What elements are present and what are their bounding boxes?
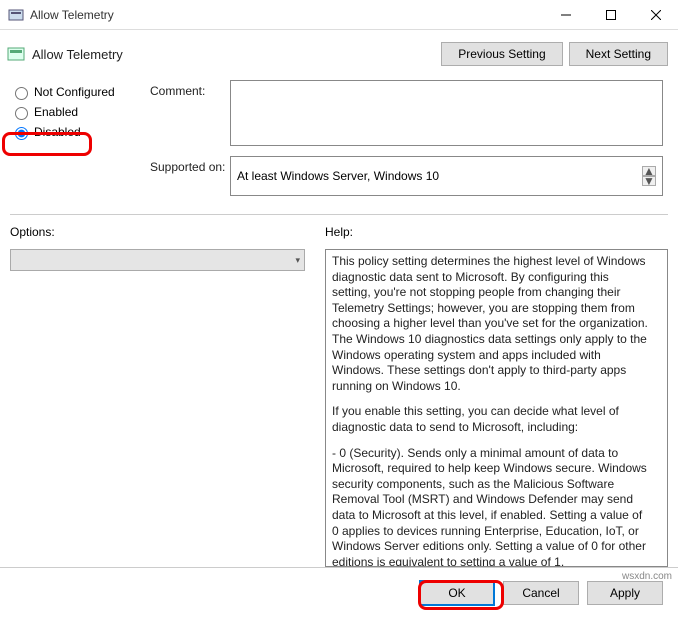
next-setting-button[interactable]: Next Setting <box>569 42 668 66</box>
radio-not-configured-input[interactable] <box>15 87 28 100</box>
divider <box>10 214 668 215</box>
ok-button[interactable]: OK <box>419 580 495 606</box>
radio-enabled-input[interactable] <box>15 107 28 120</box>
supported-on-value: At least Windows Server, Windows 10 <box>237 169 439 183</box>
previous-setting-button[interactable]: Previous Setting <box>441 42 562 66</box>
state-radio-group: Not Configured Enabled Disabled <box>0 80 150 206</box>
radio-label: Disabled <box>34 125 81 139</box>
radio-label: Not Configured <box>34 85 115 99</box>
help-paragraph: If you enable this setting, you can deci… <box>332 404 649 435</box>
supported-spinner[interactable]: ▲ ▼ <box>642 166 656 186</box>
radio-disabled[interactable]: Disabled <box>10 124 150 140</box>
spinner-down-icon[interactable]: ▼ <box>642 176 656 186</box>
policy-icon <box>6 44 26 64</box>
minimize-button[interactable] <box>543 0 588 30</box>
dialog-header: Allow Telemetry Previous Setting Next Se… <box>0 30 678 74</box>
dialog-title: Allow Telemetry <box>32 47 435 62</box>
window-title: Allow Telemetry <box>30 8 543 22</box>
close-button[interactable] <box>633 0 678 30</box>
radio-not-configured[interactable]: Not Configured <box>10 84 150 100</box>
watermark: wsxdn.com <box>622 571 672 582</box>
comment-label: Comment: <box>150 80 230 146</box>
help-pane: Help: This policy setting determines the… <box>325 225 668 567</box>
dialog-footer: OK Cancel Apply <box>0 567 678 617</box>
chevron-down-icon: ▾ <box>295 255 300 266</box>
title-bar: Allow Telemetry <box>0 0 678 30</box>
options-pane: Options: ▾ <box>10 225 305 567</box>
maximize-button[interactable] <box>588 0 633 30</box>
supported-on-label: Supported on: <box>150 156 230 196</box>
radio-disabled-input[interactable] <box>15 127 28 140</box>
radio-enabled[interactable]: Enabled <box>10 104 150 120</box>
help-paragraph: - 0 (Security). Sends only a minimal amo… <box>332 446 649 567</box>
comment-textarea[interactable] <box>230 80 663 146</box>
app-icon <box>8 7 24 23</box>
radio-label: Enabled <box>34 105 78 119</box>
options-label: Options: <box>10 225 305 239</box>
cancel-button[interactable]: Cancel <box>503 581 579 605</box>
options-dropdown[interactable]: ▾ <box>10 249 305 271</box>
supported-on-box: At least Windows Server, Windows 10 ▲ ▼ <box>230 156 663 196</box>
help-label: Help: <box>325 225 668 239</box>
apply-button[interactable]: Apply <box>587 581 663 605</box>
help-textbox[interactable]: This policy setting determines the highe… <box>325 249 668 567</box>
help-paragraph: This policy setting determines the highe… <box>332 254 649 394</box>
